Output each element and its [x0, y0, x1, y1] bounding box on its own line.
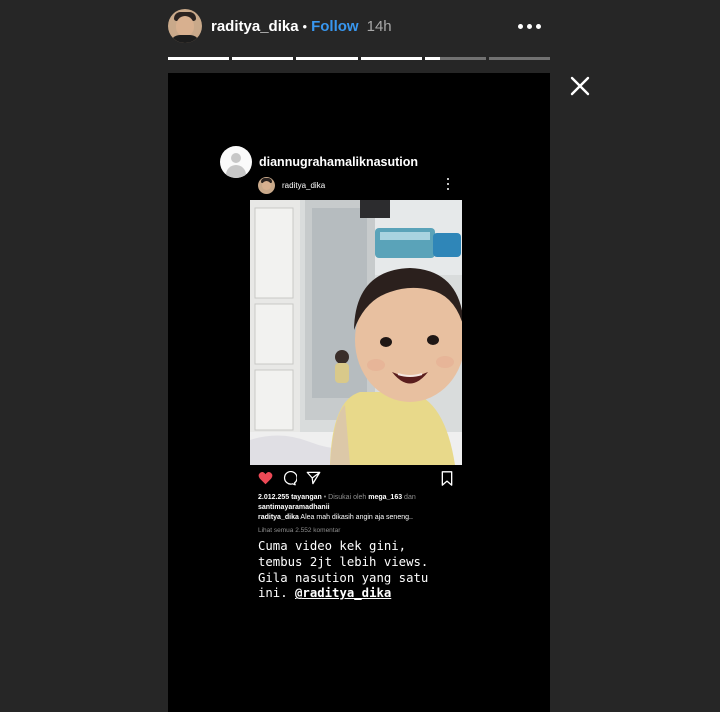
post-avatar[interactable]: [258, 176, 275, 194]
progress-segment: [360, 57, 422, 60]
liked-prefix: • Disukai oleh: [321, 494, 369, 501]
header-separator: •: [302, 18, 308, 34]
share-icon[interactable]: [306, 471, 321, 490]
post-username[interactable]: raditya_dika: [282, 181, 325, 190]
avatar-face: [176, 16, 194, 36]
progress-segment: [296, 57, 358, 60]
embedded-post[interactable]: raditya_dika 2.012.255 tayangan • Disuka…: [250, 173, 462, 536]
view-comments-link[interactable]: Lihat semua 2.552 komentar: [258, 526, 462, 536]
repost-avatar[interactable]: [220, 146, 252, 178]
progress-fill: [424, 57, 440, 60]
story-progress: [168, 57, 551, 60]
progress-fill: [360, 57, 422, 60]
post-meta: 2.012.255 tayangan • Disukai oleh mega_1…: [250, 493, 462, 536]
follow-button[interactable]: Follow: [311, 18, 359, 35]
comment-icon[interactable]: [282, 471, 298, 491]
progress-fill: [296, 57, 358, 60]
story-username[interactable]: raditya_dika: [211, 18, 299, 35]
progress-fill: [232, 57, 294, 60]
mention-link[interactable]: @raditya_dika: [295, 586, 391, 600]
repost-username[interactable]: diannugrahamaliknasution: [259, 155, 418, 169]
story-caption: Cuma video kek gini, tembus 2jt lebih vi…: [258, 539, 508, 602]
progress-segment: [232, 57, 294, 60]
caption-last-prefix: ini.: [258, 586, 296, 601]
avatar-shirt: [170, 35, 200, 43]
caption-line-1: Cuma video kek gini,: [258, 539, 407, 553]
story-time: 14h: [366, 17, 392, 35]
caption-text: Alea mah dikasih angin aja seneng..: [298, 514, 413, 521]
post-actions: [250, 465, 462, 493]
more-options-icon[interactable]: [518, 16, 542, 36]
story-frame[interactable]: diannugrahamaliknasution raditya_dika 2.…: [168, 73, 550, 712]
caption-line-2: tembus 2jt lebih views.: [258, 554, 429, 569]
post-more-icon[interactable]: [446, 178, 450, 190]
caption-user[interactable]: raditya_dika: [258, 514, 299, 521]
liked-and: dan: [402, 494, 416, 501]
post-header: raditya_dika: [250, 173, 462, 197]
post-video[interactable]: [250, 200, 462, 465]
caption-line-3: Gila nasution yang satu: [258, 570, 429, 585]
progress-fill: [168, 57, 230, 60]
view-count[interactable]: 2.012.255 tayangan: [258, 494, 322, 501]
user-avatar[interactable]: [168, 9, 202, 43]
story-header: raditya_dika • Follow 14h: [168, 8, 550, 44]
baby-video-frame: [250, 200, 462, 465]
caption-line-4: ini. @raditya_dika: [258, 586, 508, 602]
close-icon[interactable]: [568, 74, 592, 98]
liked-second-user[interactable]: santimayaramadhanii: [258, 504, 330, 511]
progress-segment: [488, 57, 551, 60]
liked-second-line: santimayaramadhanii: [258, 503, 462, 513]
views-line: 2.012.255 tayangan • Disukai oleh mega_1…: [258, 493, 462, 503]
heart-icon[interactable]: [258, 471, 273, 490]
bookmark-icon[interactable]: [441, 471, 453, 491]
progress-segment: [424, 57, 486, 60]
liked-user[interactable]: mega_163: [368, 494, 402, 501]
progress-segment: [168, 57, 230, 60]
caption-line: raditya_dika Alea mah dikasih angin aja …: [258, 513, 462, 523]
